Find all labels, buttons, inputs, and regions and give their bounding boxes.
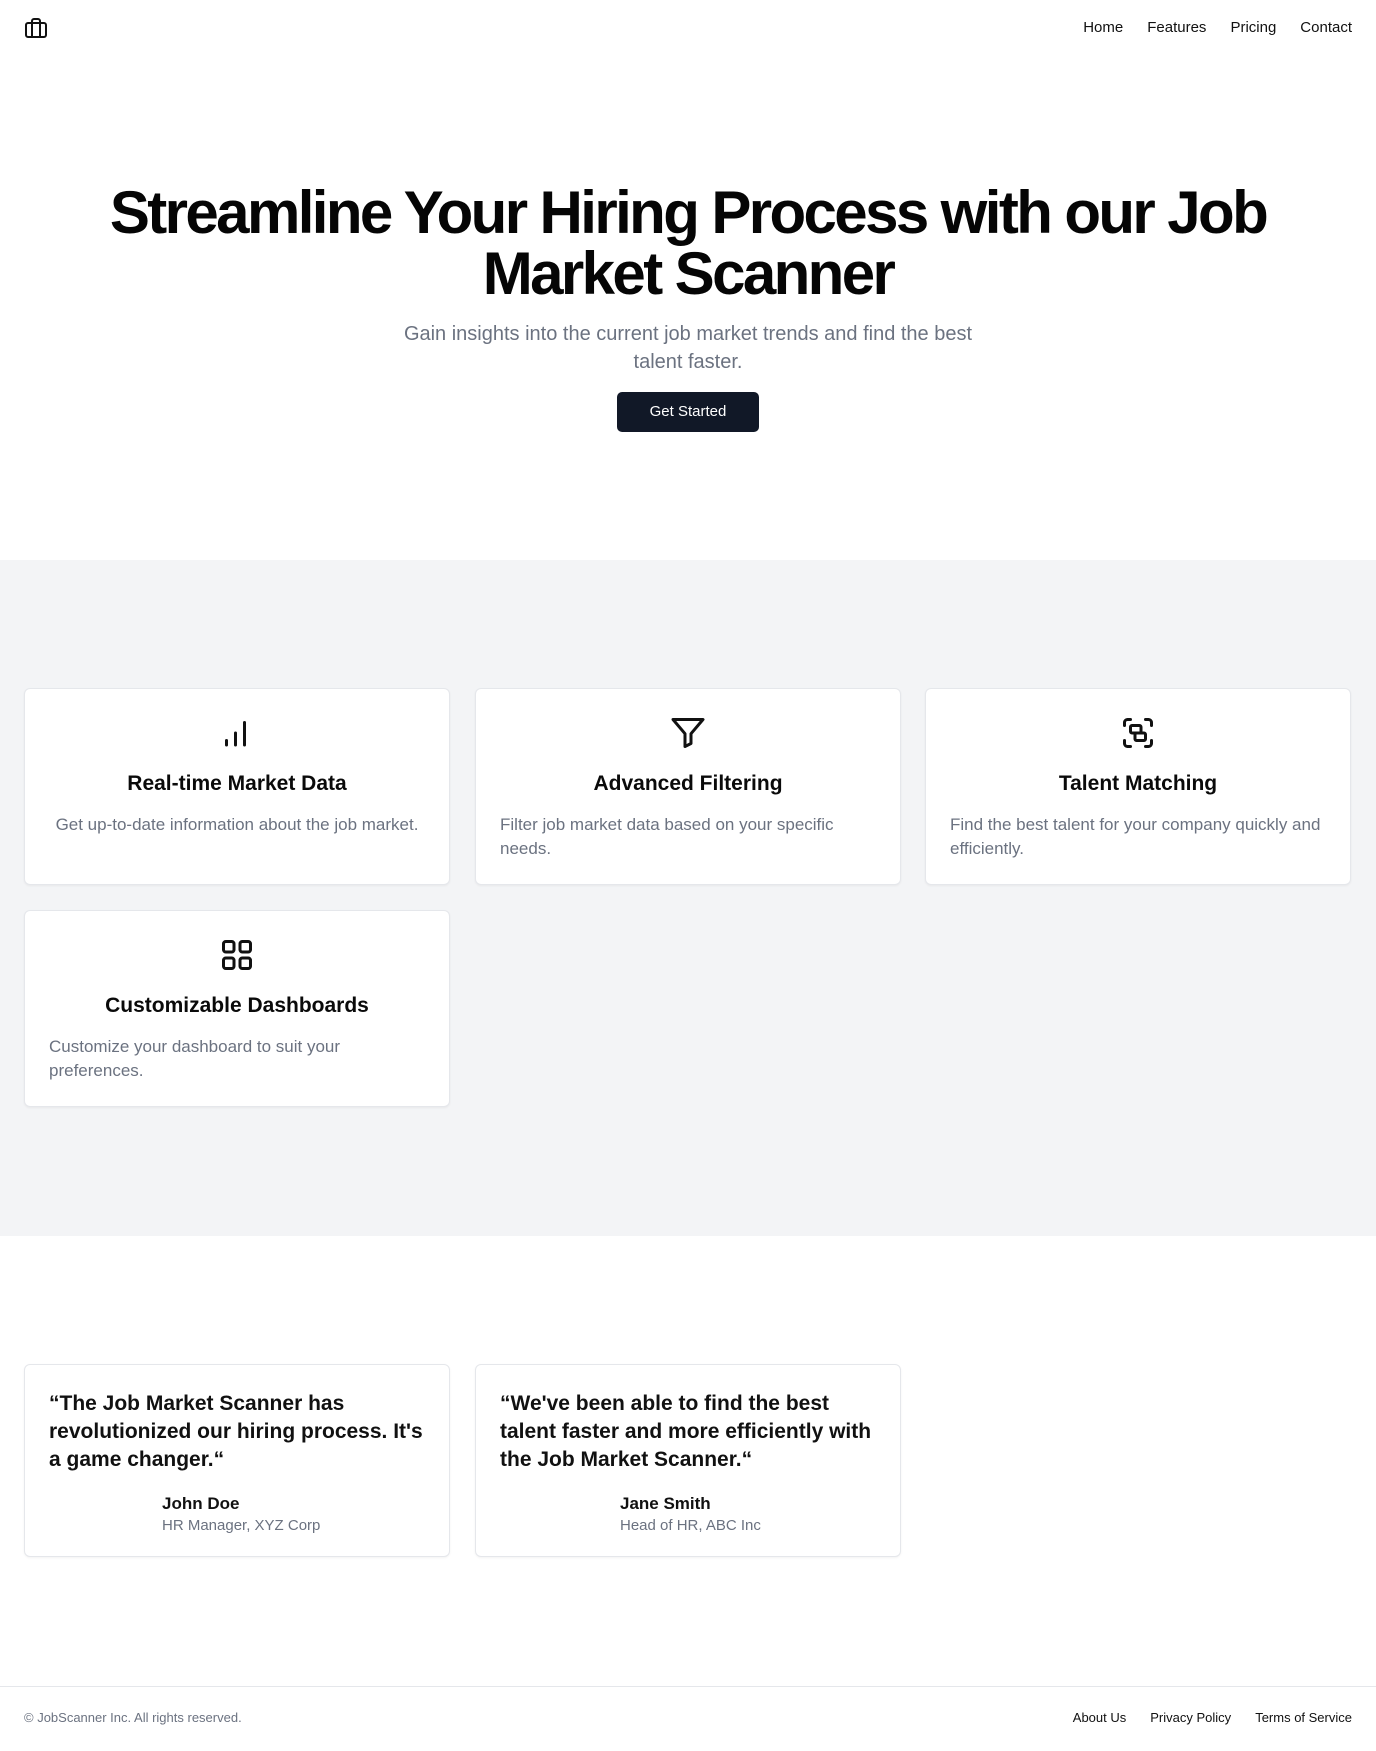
footer-terms-link[interactable]: Terms of Service	[1255, 1709, 1352, 1727]
feature-card-dashboards: Customizable Dashboards Customize your d…	[24, 910, 450, 1107]
site-footer: © JobScanner Inc. All rights reserved. A…	[0, 1686, 1376, 1751]
footer-privacy-link[interactable]: Privacy Policy	[1150, 1709, 1231, 1727]
hero-title: Streamline Your Hiring Process with our …	[109, 179, 1269, 307]
feature-card-filtering: Advanced Filtering Filter job market dat…	[475, 688, 901, 885]
grid-dashboard-icon	[222, 940, 252, 970]
nav-contact-link[interactable]: Contact	[1300, 18, 1352, 38]
feature-title: Talent Matching	[1058, 772, 1218, 795]
feature-card-talent-matching: Talent Matching Find the best talent for…	[925, 688, 1351, 885]
footer-about-link[interactable]: About Us	[1073, 1709, 1126, 1727]
copyright-text: © JobScanner Inc. All rights reserved.	[24, 1710, 242, 1725]
footer-links: About Us Privacy Policy Terms of Service	[1073, 1709, 1352, 1727]
briefcase-icon[interactable]	[24, 16, 48, 40]
site-header: Home Features Pricing Contact	[0, 0, 1376, 56]
testimonial-author-name: Jane Smith	[620, 1494, 711, 1513]
get-started-button[interactable]: Get Started	[617, 392, 759, 432]
testimonial-author-name: John Doe	[162, 1494, 240, 1513]
feature-title: Customizable Dashboards	[105, 994, 369, 1017]
testimonial-author-role: Head of HR, ABC Inc	[620, 1517, 761, 1534]
nav-pricing-link[interactable]: Pricing	[1230, 18, 1276, 38]
feature-title: Real-time Market Data	[127, 772, 347, 795]
testimonial-quote: “The Job Market Scanner has revolutioniz…	[49, 1392, 423, 1471]
testimonial-card: “We've been able to find the best talent…	[475, 1364, 901, 1557]
feature-description: Customize your dashboard to suit your pr…	[49, 1037, 341, 1080]
feature-description: Get up-to-date information about the job…	[55, 815, 419, 834]
group-select-icon	[1123, 718, 1153, 748]
feature-description: Filter job market data based on your spe…	[500, 815, 834, 858]
testimonial-quote: “We've been able to find the best talent…	[500, 1392, 872, 1471]
feature-title: Advanced Filtering	[593, 772, 783, 795]
testimonial-card: “The Job Market Scanner has revolutioniz…	[24, 1364, 450, 1557]
features-section	[0, 560, 1376, 1236]
main-nav: Home Features Pricing Contact	[1083, 18, 1352, 38]
feature-description: Find the best talent for your company qu…	[950, 815, 1321, 858]
testimonial-author-role: HR Manager, XYZ Corp	[162, 1517, 321, 1534]
nav-home-link[interactable]: Home	[1083, 18, 1123, 38]
feature-card-market-data: Real-time Market Data Get up-to-date inf…	[24, 688, 450, 885]
nav-features-link[interactable]: Features	[1147, 18, 1206, 38]
hero-subtitle: Gain insights into the current job marke…	[403, 323, 973, 373]
bar-chart-icon	[225, 721, 246, 747]
filter-icon	[671, 718, 705, 748]
